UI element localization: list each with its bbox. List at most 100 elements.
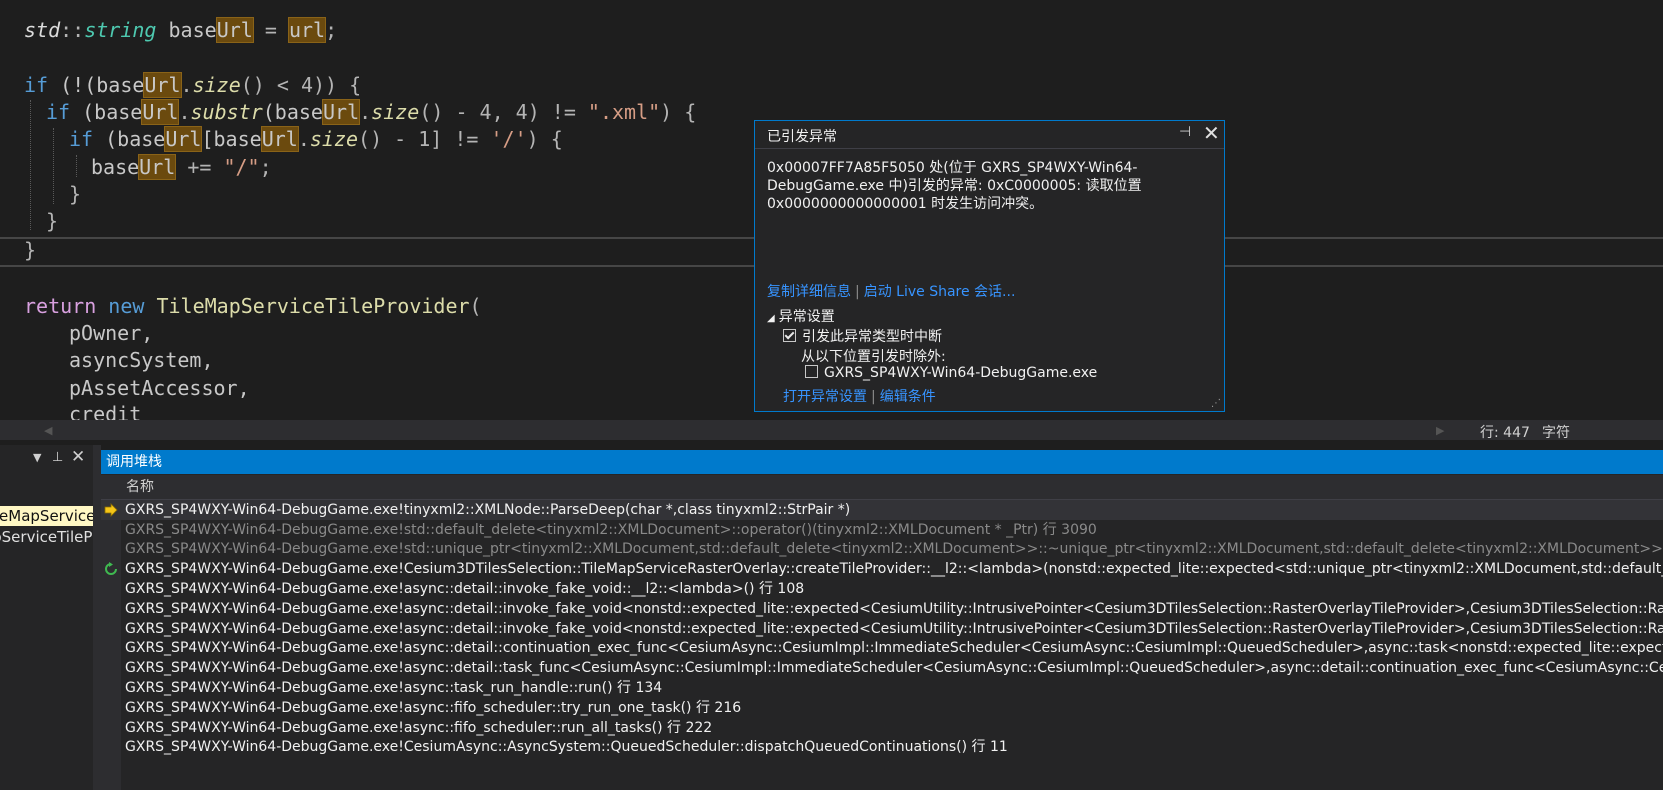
call-stack-row[interactable]: GXRS_SP4WXY-Win64-DebugGame.exe!async::d… — [101, 579, 1663, 599]
tool-window-header: ▼ ⊥ ✕ — [0, 445, 93, 473]
code-token-highlighted: Url — [164, 126, 203, 152]
close-icon[interactable]: ✕ — [1203, 121, 1220, 145]
code-token: = — [252, 18, 289, 42]
live-share-link[interactable]: 启动 Live Share 会话... — [864, 284, 1016, 300]
frame-label: GXRS_SP4WXY-Win64-DebugGame.exe!CesiumAs… — [125, 739, 1008, 755]
frame-label: GXRS_SP4WXY-Win64-DebugGame.exe!async::f… — [125, 700, 742, 716]
call-stack-row[interactable]: GXRS_SP4WXY-Win64-DebugGame.exe!std::def… — [101, 520, 1663, 540]
frame-label: GXRS_SP4WXY-Win64-DebugGame.exe!async::d… — [125, 581, 805, 597]
scroll-left-icon[interactable]: ◀ — [44, 424, 52, 437]
frame-label: GXRS_SP4WXY-Win64-DebugGame.exe!std::def… — [125, 522, 1097, 538]
dropdown-icon[interactable]: ▼ — [33, 451, 41, 464]
code-line[interactable]: if (!(baseUrl.size() < 4)) { — [24, 71, 361, 99]
exclude-module-checkbox[interactable]: GXRS_SP4WXY-Win64-DebugGame.exe — [805, 365, 1097, 381]
call-stack-row[interactable]: GXRS_SP4WXY-Win64-DebugGame.exe!async::f… — [101, 718, 1663, 738]
frame-label: GXRS_SP4WXY-Win64-DebugGame.exe!async::d… — [125, 621, 1663, 637]
code-token-highlighted: Url — [141, 99, 180, 125]
call-stack-row[interactable]: GXRS_SP4WXY-Win64-DebugGame.exe!tinyxml2… — [101, 500, 1663, 520]
code-token-highlighted: Url — [143, 72, 182, 98]
copy-details-link[interactable]: 复制详细信息 — [767, 284, 851, 300]
exception-settings-header[interactable]: ◢ 异常设置 — [767, 306, 835, 326]
code-token: size — [309, 127, 359, 151]
code-line[interactable]: return new TileMapServiceTileProvider( — [24, 292, 482, 320]
code-line[interactable]: pAssetAccessor, — [69, 374, 250, 402]
call-stack-row[interactable]: GXRS_SP4WXY-Win64-DebugGame.exe!std::uni… — [101, 539, 1663, 559]
code-line[interactable]: } — [46, 207, 58, 235]
current-frame-arrow-icon — [104, 503, 118, 517]
code-token: ; — [259, 155, 272, 179]
frame-label: GXRS_SP4WXY-Win64-DebugGame.exe!std::uni… — [125, 541, 1663, 557]
code-line[interactable]: asyncSystem, — [69, 346, 214, 374]
code-line[interactable]: std::string baseUrl = url; — [24, 16, 337, 44]
code-token: ".xml" — [587, 100, 661, 124]
checkbox-label: GXRS_SP4WXY-Win64-DebugGame.exe — [824, 365, 1098, 381]
code-token: size — [192, 73, 241, 97]
code-token: "/" — [223, 155, 260, 179]
code-token: std — [24, 18, 61, 42]
code-token: (base — [262, 100, 323, 124]
code-token: substr — [190, 100, 263, 124]
list-item-selected[interactable]: TileMapServiceR — [0, 506, 93, 526]
call-stack-title-bar[interactable]: 调用堆栈 — [101, 450, 1663, 474]
open-exception-settings-link[interactable]: 打开异常设置 — [783, 389, 867, 405]
column-header-name[interactable]: 名称 — [101, 475, 1663, 500]
left-tool-window: ▼ ⊥ ✕ TileMapServiceR MapServiceTileP — [0, 445, 93, 790]
code-token: . — [180, 73, 193, 97]
code-token: ( — [469, 294, 482, 318]
call-stack-row[interactable]: GXRS_SP4WXY-Win64-DebugGame.exe!async::d… — [101, 658, 1663, 678]
code-line[interactable]: } — [24, 236, 36, 264]
code-token: ) { — [660, 100, 697, 124]
pin-icon[interactable]: ⊥ — [52, 450, 63, 465]
call-stack-row[interactable]: GXRS_SP4WXY-Win64-DebugGame.exe!CesiumAs… — [101, 737, 1663, 757]
scroll-right-icon[interactable]: ▶ — [1436, 424, 1444, 437]
close-icon[interactable]: ✕ — [71, 447, 85, 467]
resize-grip-icon[interactable]: ⋰ — [1211, 398, 1221, 409]
horizontal-scrollbar[interactable]: ◀ ▶ 行: 447 字符 — [0, 420, 1663, 440]
divider — [755, 148, 1224, 149]
code-line[interactable]: pOwner, — [69, 319, 153, 347]
exception-helper-popup: 已引发异常 ⊣ ✕ 0x00007FF7A85F5050 处(位于 GXRS_S… — [754, 120, 1225, 412]
call-stack-row[interactable]: GXRS_SP4WXY-Win64-DebugGame.exe!async::d… — [101, 638, 1663, 658]
exception-actions: 复制详细信息 | 启动 Live Share 会话... — [767, 281, 1015, 301]
code-line[interactable]: } — [69, 180, 81, 208]
indent-guide — [30, 100, 31, 230]
panel-splitter[interactable] — [93, 445, 101, 790]
checkbox-unchecked-icon[interactable] — [805, 365, 818, 378]
code-token-highlighted: Url — [138, 154, 177, 180]
code-token: . — [178, 100, 191, 124]
code-token: += — [175, 155, 224, 179]
call-stack-row[interactable]: GXRS_SP4WXY-Win64-DebugGame.exe!async::d… — [101, 619, 1663, 639]
list-item-label: TileMapServiceR — [0, 507, 93, 525]
edit-conditions-link[interactable]: 编辑条件 — [880, 389, 936, 405]
separator: | — [855, 284, 860, 300]
frame-label: GXRS_SP4WXY-Win64-DebugGame.exe!async::d… — [125, 601, 1663, 617]
call-stack-row[interactable]: GXRS_SP4WXY-Win64-DebugGame.exe!Cesium3D… — [101, 559, 1663, 579]
code-token-highlighted: Url — [260, 126, 299, 152]
call-stack-row[interactable]: GXRS_SP4WXY-Win64-DebugGame.exe!async::d… — [101, 599, 1663, 619]
call-stack-window: 调用堆栈 名称 GXRS_SP4WXY-Win64-DebugGame.exe!… — [101, 450, 1663, 790]
list-item-label: MapServiceTileP — [0, 528, 93, 546]
exception-message-line: DebugGame.exe 中)引发的异常: 0xC0000005: 读取位置 — [767, 178, 1142, 194]
code-token: if — [24, 73, 49, 97]
checkbox-checked-icon[interactable] — [783, 329, 796, 342]
list-item[interactable]: MapServiceTileP — [0, 527, 93, 547]
code-token: (base — [70, 100, 143, 124]
line-number-indicator: 行: 447 — [1480, 425, 1530, 440]
break-when-thrown-checkbox[interactable]: 引发此异常类型时中断 — [783, 326, 942, 346]
call-stack-row[interactable]: GXRS_SP4WXY-Win64-DebugGame.exe!async::t… — [101, 678, 1663, 698]
call-stack-row[interactable]: GXRS_SP4WXY-Win64-DebugGame.exe!async::f… — [101, 698, 1663, 718]
exception-settings-actions: 打开异常设置 | 编辑条件 — [783, 386, 936, 406]
code-line[interactable]: baseUrl += "/"; — [91, 153, 272, 181]
exception-message-line: 0x0000000000000001 时发生访问冲突。 — [767, 196, 1044, 212]
code-token: . — [359, 100, 372, 124]
code-token: size — [371, 100, 420, 124]
exception-title: 已引发异常 — [767, 129, 837, 145]
pin-icon[interactable]: ⊣ — [1179, 124, 1191, 140]
collapse-triangle-icon[interactable]: ◢ — [767, 313, 775, 324]
code-line[interactable]: if (baseUrl[baseUrl.size() - 1] != '/') … — [69, 125, 563, 153]
code-token: '/' — [490, 127, 527, 151]
code-line[interactable]: if (baseUrl.substr(baseUrl.size() - 4, 4… — [46, 98, 696, 126]
code-token-highlighted: Url — [321, 99, 361, 125]
frame-label: GXRS_SP4WXY-Win64-DebugGame.exe!async::d… — [125, 640, 1663, 656]
